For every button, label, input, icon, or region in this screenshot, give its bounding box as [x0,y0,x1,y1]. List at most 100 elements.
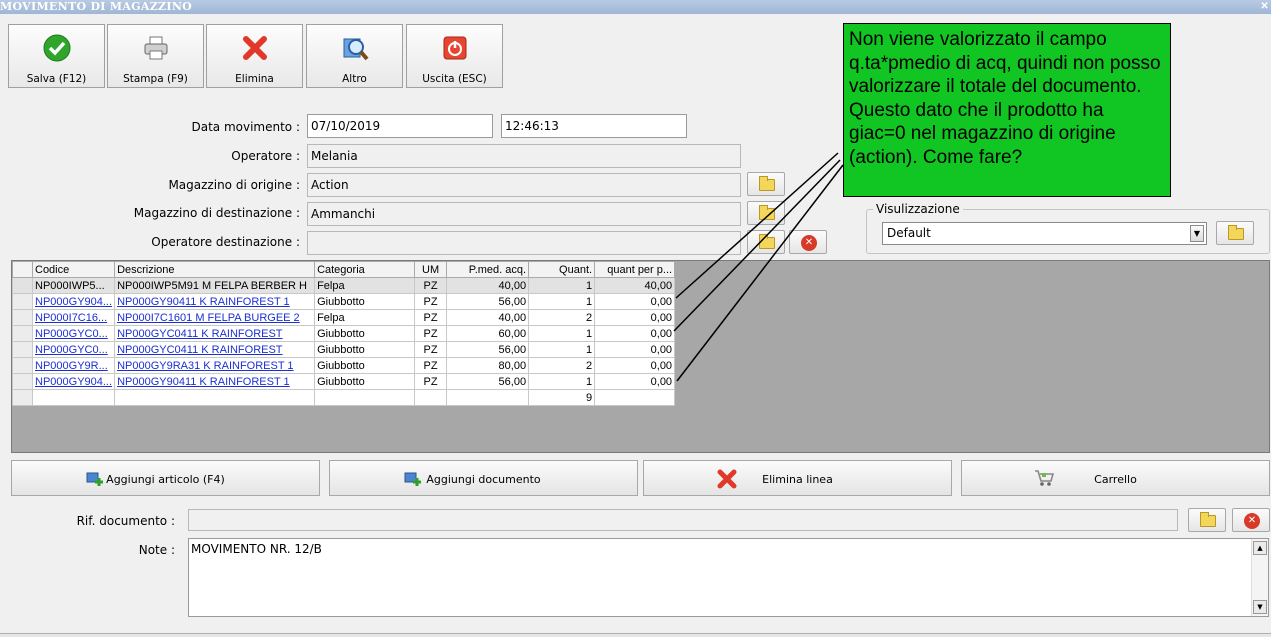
cell-quant[interactable]: 1 [528,373,596,390]
cell-categoria[interactable]: Giubbotto [314,293,416,310]
add-item-button[interactable]: Aggiungi articolo (F4) [11,460,320,496]
cell-descrizione[interactable]: NP000IWP5M91 M FELPA BERBER H [114,277,316,294]
items-table: Codice Descrizione Categoria UM P.med. a… [12,261,676,406]
exit-button[interactable]: Uscita (ESC) [406,24,503,88]
magazzino-destinazione-browse-button[interactable] [747,201,785,225]
cell-categoria[interactable]: Giubbotto [314,373,416,390]
table-row[interactable]: NP000GYC0... NP000GYC0411 K RAINFOREST Giu… [12,341,676,358]
scroll-down-icon[interactable]: ▼ [1253,600,1267,614]
cell-pmed[interactable]: 40,00 [446,309,530,326]
cell-quant[interactable]: 1 [528,277,596,294]
delete-button[interactable]: Elimina [206,24,303,88]
table-row[interactable]: NP000GYC0... NP000GYC0411 K RAINFOREST Giu… [12,325,676,342]
visualizzazione-selected: Default [887,226,931,240]
cell-categoria[interactable]: Giubbotto [314,357,416,374]
close-window-icon[interactable]: ✕ [1260,0,1269,14]
cell-um[interactable]: PZ [414,293,448,310]
cell-codice[interactable]: NP000GYC0... [31,341,116,358]
cell-descrizione[interactable]: NP000GY90411 K RAINFOREST 1 [114,293,316,310]
cell-quant[interactable]: 2 [528,309,596,326]
cell-descrizione[interactable]: NP000GYC0411 K RAINFOREST [114,325,316,342]
visualizzazione-browse-button[interactable] [1216,221,1254,245]
save-button[interactable]: Salva (F12) [8,24,105,88]
column-header[interactable]: Quant. [528,261,596,278]
cell-categoria[interactable]: Giubbotto [314,325,416,342]
cell-quantper[interactable]: 0,00 [594,309,676,326]
table-row[interactable]: NP000I7C16... NP000I7C1601 M FELPA BURGEE… [12,309,676,326]
cell-codice[interactable]: NP000GYC0... [31,325,116,342]
column-header[interactable]: UM [414,261,448,278]
cell-descrizione[interactable]: NP000I7C1601 M FELPA BURGEE 2 [114,309,316,326]
cell-codice[interactable]: NP000IWP5... [31,277,116,294]
cell-quant[interactable]: 2 [528,357,596,374]
cell-pmed[interactable]: 56,00 [446,293,530,310]
rif-documento-field[interactable] [188,509,1178,531]
folder-icon [759,176,775,191]
visualizzazione-select[interactable]: Default ▼ [882,222,1207,245]
cell-descrizione[interactable]: NP000GYC0411 K RAINFOREST [114,341,316,358]
magazzino-origine-browse-button[interactable] [747,172,785,196]
cell-pmed[interactable]: 56,00 [446,373,530,390]
cell-pmed[interactable]: 56,00 [446,341,530,358]
cell-quantper[interactable]: 40,00 [594,277,676,294]
table-row[interactable]: NP000GY9R... NP000GY9RA31 K RAINFOREST 1G… [12,357,676,374]
cell-descrizione[interactable]: NP000GY9RA31 K RAINFOREST 1 [114,357,316,374]
more-button[interactable]: Altro [306,24,403,88]
time-field[interactable]: 12:46:13 [501,114,687,138]
cell-um[interactable]: PZ [414,309,448,326]
cell-um[interactable]: PZ [414,373,448,390]
column-header[interactable]: Descrizione [114,261,316,278]
operatore-destinazione-browse-button[interactable] [747,230,785,254]
scroll-up-icon[interactable]: ▲ [1253,541,1267,555]
cell-quant[interactable]: 1 [528,293,596,310]
cell-descrizione[interactable]: NP000GY90411 K RAINFOREST 1 [114,373,316,390]
cell-quantper[interactable]: 0,00 [594,293,676,310]
operatore-destinazione-field[interactable] [307,231,741,255]
column-header[interactable]: quant per p... [594,261,676,278]
cell-um[interactable]: PZ [414,357,448,374]
chevron-down-icon[interactable]: ▼ [1190,225,1204,242]
magazzino-origine-field[interactable]: Action [307,173,741,197]
cell-pmed[interactable]: 80,00 [446,357,530,374]
cell-quantper[interactable]: 0,00 [594,357,676,374]
cell-um[interactable]: PZ [414,325,448,342]
cart-button[interactable]: Carrello [961,460,1270,496]
visualizzazione-label: Visulizzazione [873,202,963,216]
column-header[interactable]: Codice [31,261,116,278]
cell-quantper[interactable]: 0,00 [594,341,676,358]
magazzino-destinazione-field[interactable]: Ammanchi [307,202,741,226]
column-header[interactable]: Categoria [314,261,416,278]
cell-um[interactable]: PZ [414,341,448,358]
cell-codice[interactable]: NP000GY9R... [31,357,116,374]
column-header[interactable]: P.med. acq. [446,261,530,278]
cell-codice[interactable]: NP000GY904... [31,293,116,310]
table-row[interactable]: NP000IWP5... NP000IWP5M91 M FELPA BERBER … [12,277,676,294]
date-field[interactable]: 07/10/2019 [307,114,493,138]
rif-documento-clear-button[interactable]: ✕ [1232,508,1270,532]
cell-categoria[interactable]: Felpa [314,309,416,326]
exit-button-label: Uscita (ESC) [422,73,487,85]
add-document-button[interactable]: Aggiungi documento [329,460,638,496]
note-scrollbar[interactable]: ▲ ▼ [1251,539,1268,616]
cell-quantper[interactable]: 0,00 [594,373,676,390]
table-row[interactable]: NP000GY904... NP000GY90411 K RAINFOREST 1… [12,293,676,310]
operatore-field[interactable]: Melania [307,144,741,168]
print-button[interactable]: Stampa (F9) [107,24,204,88]
cell-pmed[interactable]: 40,00 [446,277,530,294]
cell-categoria[interactable]: Felpa [314,277,416,294]
cell-um[interactable]: PZ [414,277,448,294]
rif-documento-browse-button[interactable] [1188,508,1226,532]
cell-codice[interactable]: NP000GY904... [31,373,116,390]
cell-quant[interactable]: 1 [528,325,596,342]
operatore-destinazione-clear-button[interactable]: ✕ [789,230,827,254]
delete-line-button[interactable]: Elimina linea [643,460,952,496]
cell-quantper[interactable]: 0,00 [594,325,676,342]
table-row[interactable]: NP000GY904... NP000GY90411 K RAINFOREST 1… [12,373,676,390]
cell-codice[interactable]: NP000I7C16... [31,309,116,326]
clear-icon: ✕ [1244,513,1260,529]
cell-categoria[interactable]: Giubbotto [314,341,416,358]
cell-pmed[interactable]: 60,00 [446,325,530,342]
delete-button-label: Elimina [235,73,274,85]
note-textarea[interactable]: MOVIMENTO NR. 12/B ▲ ▼ [188,538,1269,617]
cell-quant[interactable]: 1 [528,341,596,358]
